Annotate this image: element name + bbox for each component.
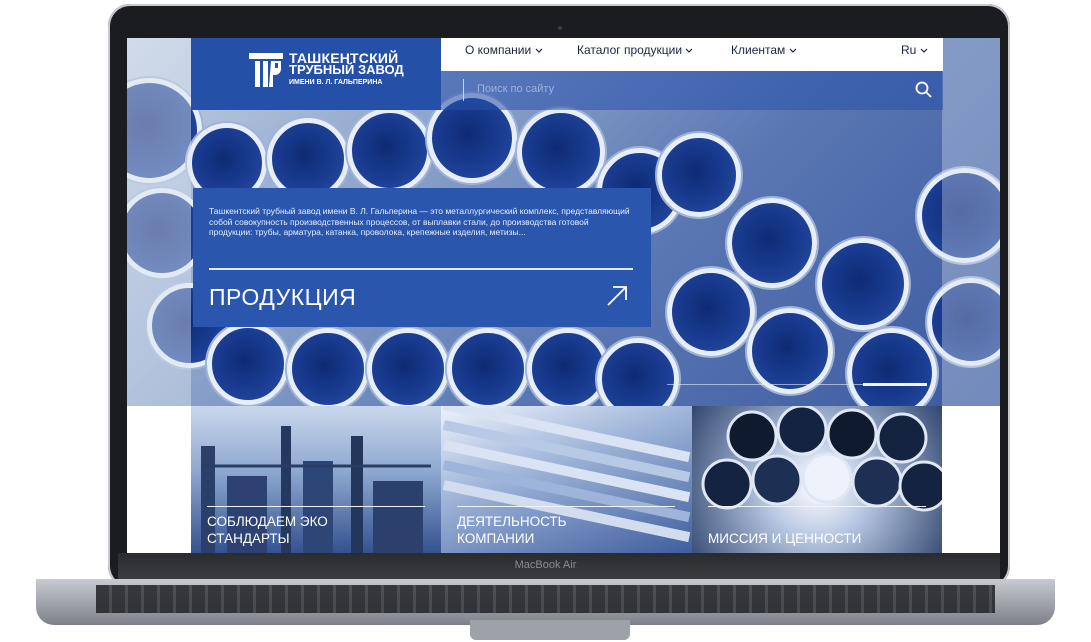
chevron-down-icon [920, 48, 928, 53]
pipe-image [747, 308, 833, 394]
products-promo-card[interactable]: Ташкентский трубный завод имени В. Л. Га… [193, 188, 651, 327]
pipe-image [657, 133, 741, 217]
search-icon[interactable] [914, 80, 934, 100]
pipe-image [527, 328, 609, 406]
arrow-up-right-icon[interactable] [605, 284, 629, 308]
promo-title: ПРОДУКЦИЯ [209, 284, 357, 310]
search-divider [463, 79, 464, 101]
logo-line2: ТРУБНЫЙ ЗАВОД [289, 62, 404, 77]
pipe-image [287, 328, 369, 406]
tile-divider [207, 506, 425, 507]
nav-item-catalog[interactable]: Каталог продукции [577, 43, 693, 57]
promo-divider [209, 268, 633, 270]
chevron-down-icon [535, 48, 542, 53]
pipe-image [347, 108, 432, 193]
pipe-image [727, 198, 817, 288]
website-screen: ТАШКЕНТСКИЙ ТРУБНЫЙ ЗАВОД ИМЕНИ В. Л. ГА… [127, 38, 1000, 553]
site-logo[interactable]: ТАШКЕНТСКИЙ ТРУБНЫЙ ЗАВОД ИМЕНИ В. Л. ГА… [191, 38, 441, 110]
logo-text: ТАШКЕНТСКИЙ ТРУБНЫЙ ЗАВОД ИМЕНИ В. Л. ГА… [289, 51, 404, 89]
model-label: MacBook Air [514, 559, 577, 571]
pipe-logo-icon [249, 53, 283, 87]
tile-label: СОБЛЮДАЕМ ЭКО СТАНДАРТЫ [207, 513, 328, 547]
chevron-down-icon [789, 48, 797, 53]
tile-label-line1: СОБЛЮДАЕМ ЭКО [207, 514, 328, 529]
pipe-image [597, 338, 679, 406]
chevron-down-icon [685, 48, 693, 53]
laptop-mockup: ТАШКЕНТСКИЙ ТРУБНЫЙ ЗАВОД ИМЕНИ В. Л. ГА… [0, 0, 1091, 642]
tile-divider [457, 506, 675, 507]
promo-description: Ташкентский трубный завод имени В. Л. Га… [209, 206, 630, 237]
pipe-image [517, 108, 605, 196]
language-selector[interactable]: Ru [901, 43, 928, 57]
tile-label-line1: МИССИЯ И ЦЕННОСТИ [708, 531, 862, 546]
nav-label: Клиентам [731, 43, 786, 57]
tile-label-line1: ДЕЯТЕЛЬНОСТЬ [457, 514, 567, 529]
tile-eco-standards[interactable]: СОБЛЮДАЕМ ЭКО СТАНДАРТЫ [191, 406, 441, 553]
feature-tiles: СОБЛЮДАЕМ ЭКО СТАНДАРТЫ ДЕЯТЕЛЬНОСТЬ КОМ… [127, 406, 1000, 553]
tile-label-line2: КОМПАНИИ [457, 531, 535, 546]
top-navigation: О компании Каталог продукции Клиентам Ru [441, 38, 943, 71]
tile-divider [708, 506, 926, 507]
logo-line3: ИМЕНИ В. Л. ГАЛЬПЕРИНА [289, 79, 383, 86]
tile-label: МИССИЯ И ЦЕННОСТИ [708, 530, 861, 547]
pipe-image [847, 328, 937, 406]
nav-label: Каталог продукции [577, 43, 683, 57]
nav-item-clients[interactable]: Клиентам [731, 43, 797, 57]
tile-label-line2: СТАНДАРТЫ [207, 531, 290, 546]
pipe-image [207, 323, 289, 405]
language-label: Ru [901, 43, 917, 57]
pipe-image [817, 238, 909, 330]
slider-indicator[interactable] [863, 383, 927, 386]
tile-company-activity[interactable]: ДЕЯТЕЛЬНОСТЬ КОМПАНИИ [441, 406, 692, 553]
hero-shade-left [127, 38, 191, 406]
camera [558, 26, 562, 30]
tile-label: ДЕЯТЕЛЬНОСТЬ КОМПАНИИ [457, 513, 567, 547]
nav-label: О компании [465, 43, 532, 57]
pipe-image [367, 328, 449, 406]
trackpad-notch [470, 620, 630, 640]
pipe-image [447, 328, 529, 406]
search-bar: Поиск по сайту [441, 71, 943, 110]
pipe-image [667, 268, 755, 356]
search-input[interactable]: Поиск по сайту [477, 83, 554, 95]
keyboard [96, 585, 995, 613]
hero-shade-right [942, 38, 1000, 406]
tile-mission-values[interactable]: МИССИЯ И ЦЕННОСТИ [692, 406, 942, 553]
nav-item-about[interactable]: О компании [465, 43, 543, 57]
